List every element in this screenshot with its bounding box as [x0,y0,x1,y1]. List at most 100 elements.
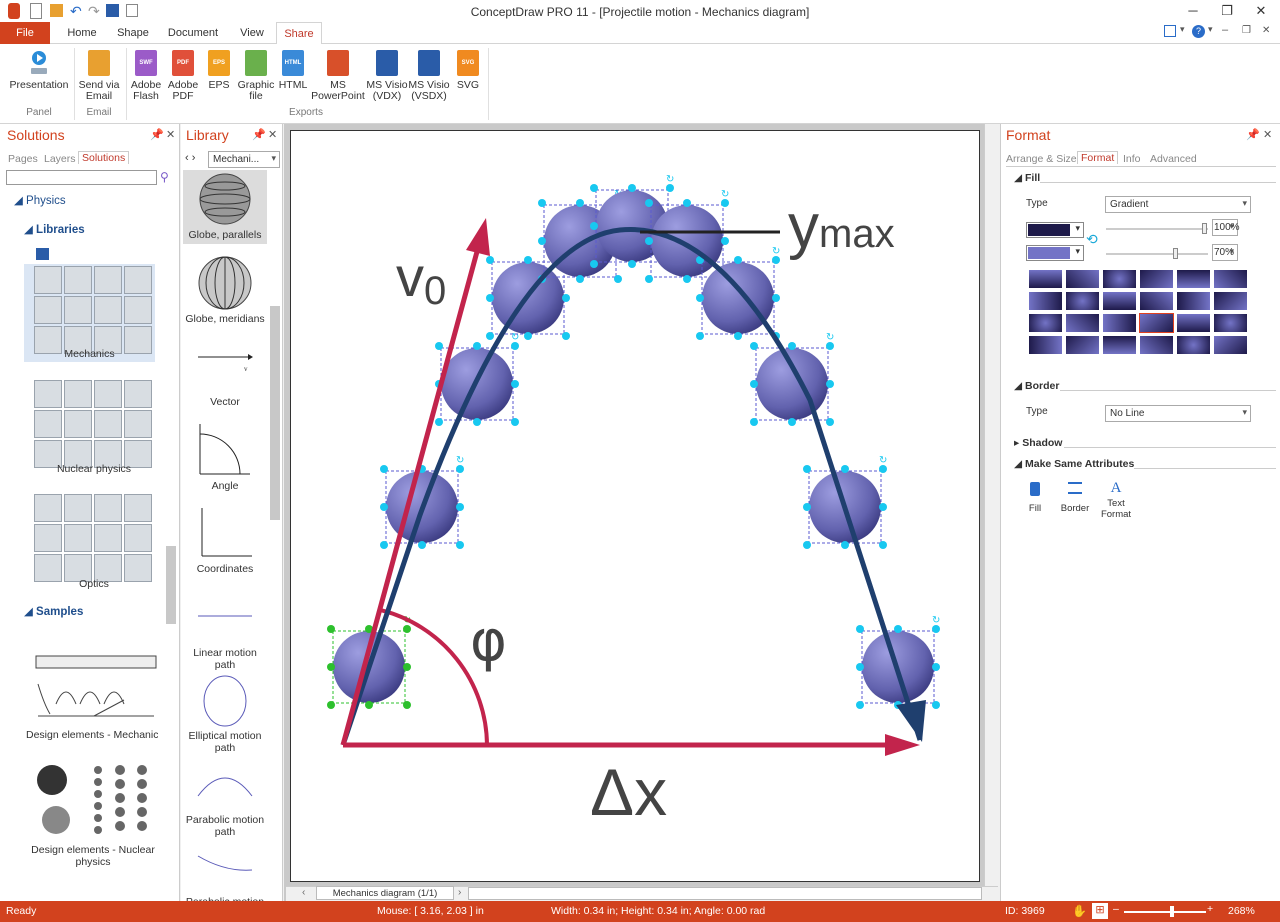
resize-handle[interactable] [932,625,940,633]
gradient-preset[interactable] [1139,269,1174,289]
ball-shape[interactable] [651,205,723,277]
resize-handle[interactable] [562,332,570,340]
resize-handle[interactable] [894,625,902,633]
tab-arrange-size[interactable]: Arrange & Size [1006,153,1077,165]
resize-handle[interactable] [524,256,532,264]
angle-icon[interactable] [196,422,254,478]
v0-label[interactable]: v0 [396,245,446,313]
slider-thumb[interactable] [1202,223,1207,234]
presentation-button[interactable]: Presentation [6,50,72,91]
fill-section-header[interactable]: ◢ Fill [1014,172,1040,184]
search-icon[interactable]: ⚲ [160,170,169,184]
export-vdx-button[interactable]: MS Visio (VDX) [366,50,408,102]
resize-handle[interactable] [435,418,443,426]
parabolic-motion-icon[interactable] [196,852,254,872]
fill-color2-picker[interactable]: ▾ [1026,245,1084,261]
resize-handle[interactable] [772,294,780,302]
gradient-preset[interactable] [1065,313,1100,333]
resize-handle[interactable] [696,294,704,302]
pin-icon[interactable]: 📌 [1246,128,1260,141]
resize-handle[interactable] [538,199,546,207]
resize-handle[interactable] [365,701,373,709]
export-svg-button[interactable]: SVG SVG [452,50,484,91]
resize-handle[interactable] [932,663,940,671]
mdi-close-button[interactable]: ✕ [1262,25,1270,36]
same-fill-button[interactable]: Fill [1020,482,1050,514]
prev-page-icon[interactable]: ‹ [302,887,305,898]
resize-handle[interactable] [734,332,742,340]
shadow-section-header[interactable]: ▸ Shadow [1014,437,1062,449]
tree-libraries[interactable]: ◢ Libraries [24,222,85,236]
horizontal-scrollbar[interactable] [468,887,982,900]
chevron-down-icon[interactable]: ▾ [1208,24,1213,35]
tab-view[interactable]: View [232,22,272,44]
resize-handle[interactable] [456,541,464,549]
resize-handle[interactable] [380,503,388,511]
gradient-preset[interactable] [1065,335,1100,355]
resize-handle[interactable] [750,380,758,388]
resize-handle[interactable] [486,332,494,340]
resize-handle[interactable] [511,380,519,388]
resize-handle[interactable] [721,237,729,245]
close-panel-icon[interactable]: ✕ [166,128,175,141]
resize-handle[interactable] [628,260,636,268]
gradient-preset[interactable] [1176,291,1211,311]
gradient-preset[interactable] [1139,313,1174,333]
resize-handle[interactable] [327,663,335,671]
resize-handle[interactable] [473,342,481,350]
nuclear-physics-thumbnails[interactable] [34,380,152,468]
pin-icon[interactable]: 📌 [150,128,164,141]
resize-handle[interactable] [696,332,704,340]
tab-document[interactable]: Document [162,22,224,44]
ymax-label[interactable]: ymax [788,192,895,261]
gradient-preset[interactable] [1213,335,1248,355]
resize-handle[interactable] [803,503,811,511]
resize-handle[interactable] [511,342,519,350]
rotate-handle-icon[interactable]: ↻ [932,615,940,626]
library-dropdown[interactable]: Mechani... [208,151,280,168]
tab-format[interactable]: Format [1077,151,1119,164]
export-powerpoint-button[interactable]: MS PowerPoint [310,50,366,102]
resize-handle[interactable] [826,342,834,350]
resize-handle[interactable] [666,184,674,192]
resize-handle[interactable] [473,418,481,426]
resize-handle[interactable] [841,541,849,549]
resize-handle[interactable] [879,465,887,473]
gradient-preset[interactable] [1139,291,1174,311]
zoom-fit-icon[interactable]: ⊞ [1092,903,1108,919]
gradient-preset[interactable] [1065,269,1100,289]
resize-handle[interactable] [486,294,494,302]
resize-handle[interactable] [511,418,519,426]
resize-handle[interactable] [803,541,811,549]
resize-handle[interactable] [590,222,598,230]
rotate-handle-icon[interactable]: ↻ [772,246,780,257]
fill-color1-picker[interactable]: ▾ [1026,222,1084,238]
resize-handle[interactable] [772,256,780,264]
zoom-slider[interactable] [1124,906,1206,917]
slider-thumb[interactable] [1173,248,1178,259]
gradient-preset[interactable] [1176,269,1211,289]
tab-shape[interactable]: Shape [112,22,154,44]
zoom-slider-thumb[interactable] [1170,906,1174,917]
resize-handle[interactable] [879,503,887,511]
resize-handle[interactable] [435,342,443,350]
resize-handle[interactable] [683,199,691,207]
coordinates-icon[interactable] [196,506,254,560]
resize-handle[interactable] [645,275,653,283]
gradient-preset[interactable] [1176,335,1211,355]
resize-handle[interactable] [841,465,849,473]
gradient-preset[interactable] [1213,291,1248,311]
linear-path-icon[interactable] [196,608,254,624]
resize-handle[interactable] [403,663,411,671]
gradient-preset[interactable] [1028,291,1063,311]
gradient-preset[interactable] [1213,313,1248,333]
sample-mechanics-thumbnail[interactable] [34,644,158,722]
opacity2-value[interactable]: 70% [1212,244,1238,261]
elliptical-path-icon[interactable] [200,674,250,728]
resize-handle[interactable] [856,701,864,709]
resize-handle[interactable] [456,465,464,473]
tree-physics[interactable]: ◢ Physics [14,193,66,207]
same-border-button[interactable]: Border [1058,482,1092,514]
resize-handle[interactable] [856,625,864,633]
border-type-select[interactable]: No Line [1105,405,1251,422]
